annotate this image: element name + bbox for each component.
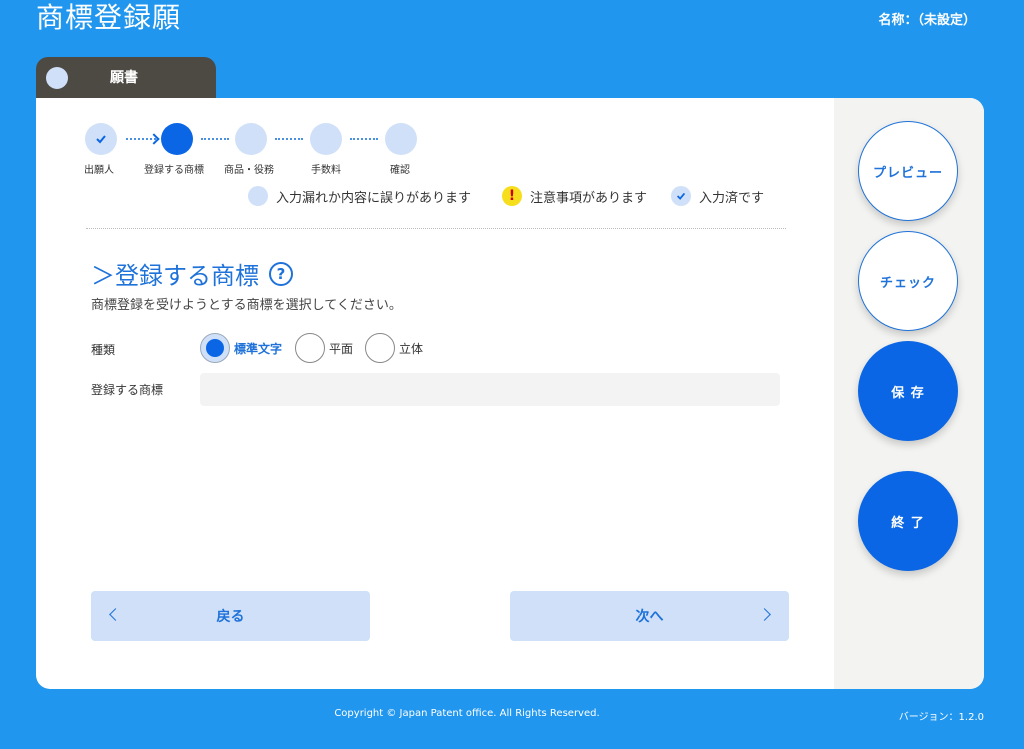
radio-plane[interactable]: 平面 [295,333,353,363]
tab-label: 願書 [110,70,138,86]
legend-warning-text: 注意事項があります [530,190,648,206]
step-connector [350,138,378,140]
radio-indicator [200,333,230,363]
app-title: 商標登録願 [36,1,182,34]
step-3-pending[interactable] [235,123,267,155]
save-button[interactable]: 保 存 [858,341,958,441]
radio-three-dimensional[interactable]: 立体 [365,333,423,363]
chevron-left-icon [109,608,122,621]
radio-label: 標準文字 [234,341,283,356]
mark-field-label: 登録する商標 [91,383,164,397]
step-1-done[interactable] [85,123,117,155]
exit-button[interactable]: 終 了 [858,471,958,571]
check-icon [96,135,106,144]
divider [86,228,786,229]
step-label: 商品・役務 [224,165,274,176]
section-title: ＞登録する商標 ? [91,256,293,291]
document-name-label: 名称：（未設定） [878,13,976,28]
section-title-text: ＞登録する商標 [91,262,259,290]
legend-done: 入力済です [671,186,764,206]
next-button[interactable]: 次へ [510,591,789,641]
radio-indicator [295,333,325,363]
help-icon[interactable]: ? [269,261,293,286]
legend-error: 入力漏れか内容に誤りがあります [248,186,471,206]
step-4-pending[interactable] [310,123,342,155]
radio-standard-characters[interactable]: 標準文字 [200,333,282,363]
check-button[interactable]: チェック [858,231,958,331]
radio-indicator [365,333,395,363]
step-label: 登録する商標 [144,165,204,176]
chevron-right-icon [758,608,771,621]
back-button-label: 戻る [216,609,245,625]
preview-button[interactable]: プレビュー [858,121,958,221]
tab-application-form[interactable]: 願書 [36,57,216,99]
step-connector [275,138,303,140]
action-panel: プレビュー チェック 保 存 終 了 [834,98,984,689]
check-icon [671,186,691,206]
mark-input[interactable] [200,373,780,406]
radio-label: 平面 [329,341,354,356]
next-button-label: 次へ [635,609,664,625]
legend-warning: ! 注意事項があります [502,186,647,206]
step-2-active[interactable] [161,123,193,155]
warning-icon: ! [502,186,522,206]
main-card: 出願人 登録する商標 商品・役務 手数料 確認 入力漏れか内容に誤りがあります … [36,98,984,689]
legend-error-text: 入力漏れか内容に誤りがあります [276,190,472,206]
tab-status-icon [46,67,68,89]
section-description: 商標登録を受けようとする商標を選択してください。 [91,298,402,313]
step-connector-arrow [126,138,156,140]
step-label: 手数料 [311,165,341,176]
step-label: 出願人 [84,165,114,176]
type-field-label: 種類 [91,343,116,357]
back-button[interactable]: 戻る [91,591,370,641]
radio-label: 立体 [399,341,424,356]
step-label: 確認 [390,165,410,176]
version-label: バージョン：1.2.0 [898,712,984,723]
step-connector [201,138,229,140]
error-status-icon [248,186,268,206]
step-5-pending[interactable] [385,123,417,155]
legend-done-text: 入力済です [699,190,765,206]
copyright: Copyright © Japan Patent office. All Rig… [334,708,600,719]
